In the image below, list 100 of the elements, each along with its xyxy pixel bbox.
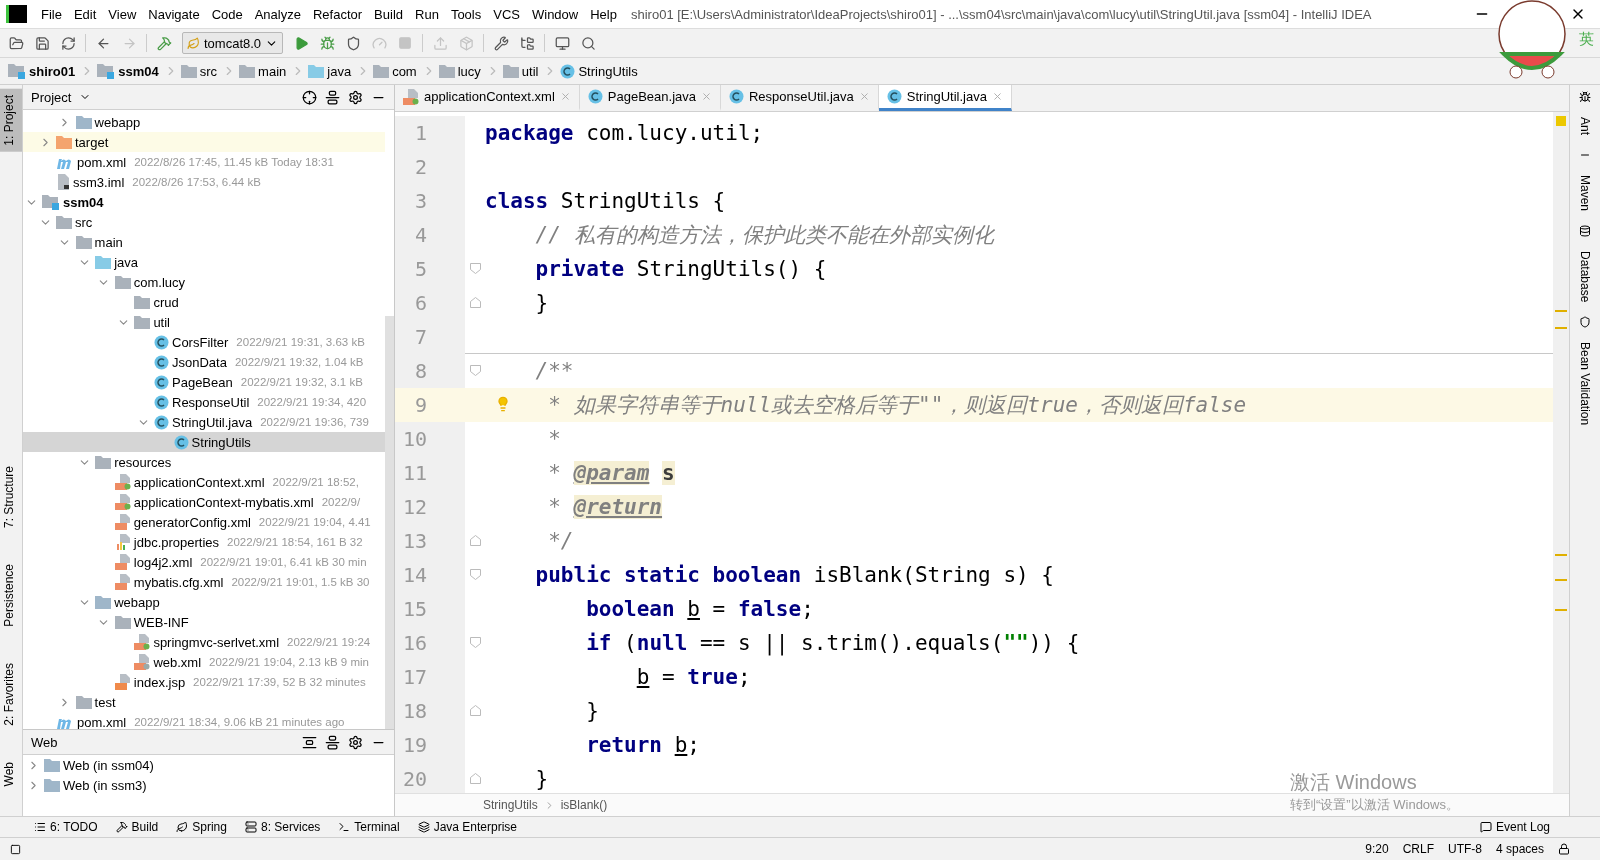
tree-item[interactable]: web.xml 2022/9/21 19:04, 2.13 kB 9 min (23, 652, 385, 672)
tree-item[interactable]: resources (23, 452, 385, 472)
tree-item[interactable]: ssm3.iml 2022/8/26 17:53, 6.44 kB (23, 172, 385, 192)
tree-item[interactable]: Web (in ssm04) (23, 755, 394, 775)
tool-window-button[interactable]: Java Enterprise (417, 820, 518, 834)
settings-icon[interactable] (348, 89, 363, 105)
status-item[interactable]: 4 spaces (1495, 842, 1544, 856)
fold-marker-icon[interactable] (469, 263, 481, 274)
collapse-icon[interactable] (325, 734, 340, 750)
locate-icon[interactable] (302, 89, 317, 105)
editor-tab[interactable]: applicationContext.xml (395, 85, 580, 111)
tree-item[interactable]: webapp (23, 592, 385, 612)
scrollbar-thumb[interactable] (385, 316, 394, 729)
menu-item[interactable]: File (35, 6, 68, 22)
tree-item[interactable]: StringUtil.java 2022/9/21 19:36, 739 (23, 412, 385, 432)
breadcrumb[interactable]: shiro01 (29, 63, 78, 79)
tree-item[interactable]: applicationContext.xml 2022/9/21 18:52, (23, 472, 385, 492)
fold-marker-icon[interactable] (469, 297, 481, 308)
breadcrumb[interactable]: isBlank() (560, 798, 608, 812)
tool-window-tab[interactable]: 7: Structure (0, 460, 22, 535)
settings-icon[interactable] (348, 734, 363, 750)
tree-item[interactable]: index.jsp 2022/9/21 17:39, 52 B 32 minutes (23, 672, 385, 692)
collapse-icon[interactable] (325, 89, 340, 105)
fold-marker-icon[interactable] (469, 569, 481, 580)
tree-item[interactable]: com.lucy (23, 272, 385, 292)
menu-item[interactable]: Build (368, 6, 409, 22)
tool-window-button[interactable]: Build (115, 820, 159, 834)
fold-marker-icon[interactable] (469, 637, 481, 648)
tool-window-tab[interactable]: Ant (1578, 117, 1592, 135)
menu-item[interactable]: View (102, 6, 143, 22)
fold-marker-icon[interactable] (469, 535, 481, 546)
tree-item[interactable]: PageBean 2022/9/21 19:32, 3.1 kB (23, 372, 385, 392)
expand-icon[interactable] (302, 734, 317, 750)
tool-window-button[interactable]: Spring (176, 820, 227, 834)
tree-item[interactable]: Web (in ssm3) (23, 775, 394, 795)
menu-item[interactable]: Analyze (248, 6, 307, 22)
tree-item[interactable]: WEB-INF (23, 612, 385, 632)
breadcrumb[interactable]: src (199, 63, 220, 79)
tree-item[interactable]: webapp (23, 112, 385, 132)
menu-item[interactable]: Edit (67, 6, 103, 22)
tool-window-tab[interactable]: 2: Favorites (0, 656, 22, 732)
menu-item[interactable]: Help (584, 6, 623, 22)
tree-item[interactable]: generatorConfig.xml 2022/9/21 19:04, 4.41 (23, 512, 385, 532)
editor-tab[interactable]: PageBean.java (579, 85, 721, 111)
tree-item[interactable]: test (23, 692, 385, 712)
menu-item[interactable]: Window (525, 6, 585, 22)
tool-window-button[interactable]: 6: TODO (34, 820, 98, 834)
menu-item[interactable]: VCS (487, 6, 526, 22)
event-log-button[interactable]: Event Log (1479, 820, 1550, 834)
breadcrumb[interactable]: StringUtils (578, 63, 640, 79)
tool-window-button[interactable]: Terminal (338, 820, 400, 834)
tree-item[interactable]: ssm04 (23, 192, 385, 212)
panel-title[interactable]: Project (31, 89, 72, 105)
breadcrumb[interactable]: ssm04 (118, 63, 161, 79)
run-config-dropdown[interactable]: tomcat8.0 (182, 32, 284, 54)
tree-item[interactable]: ResponseUtil 2022/9/21 19:34, 420 (23, 392, 385, 412)
breadcrumb[interactable]: util (521, 63, 541, 79)
tree-item[interactable]: JsonData 2022/9/21 19:32, 1.04 kB (23, 352, 385, 372)
tree-item[interactable]: mybatis.cfg.xml 2022/9/21 19:01, 1.5 kB 30 (23, 572, 385, 592)
tree-item[interactable]: util (23, 312, 385, 332)
menu-item[interactable]: Run (409, 6, 445, 22)
tree-item[interactable]: target (23, 132, 385, 152)
tree-item[interactable]: StringUtils (23, 432, 385, 452)
status-item[interactable]: 9:20 (1365, 842, 1389, 856)
breadcrumb[interactable]: main (258, 63, 289, 79)
status-item[interactable]: CRLF (1402, 842, 1434, 856)
tool-window-tab[interactable]: Bean Validation (1578, 342, 1592, 426)
tree-item[interactable]: springmvc-serlvet.xml 2022/9/21 19:24 (23, 632, 385, 652)
tool-window-tab[interactable]: Web (0, 755, 22, 792)
editor-tab[interactable]: ResponseUtil.java (721, 85, 879, 111)
lock-icon[interactable] (1558, 843, 1570, 855)
tree-item[interactable]: pom.xml 2022/9/21 18:34, 9.06 kB 21 minutes ago (23, 712, 385, 729)
tree-item[interactable]: CorsFilter 2022/9/21 19:31, 3.63 kB (23, 332, 385, 352)
tool-window-tab[interactable]: Persistence (0, 558, 22, 633)
status-item[interactable]: UTF-8 (1447, 842, 1482, 856)
tree-item[interactable]: src (23, 212, 385, 232)
tree-item[interactable]: pom.xml 2022/8/26 17:45, 11.45 kB Today 18:31 (23, 152, 385, 172)
menu-item[interactable]: Tools (444, 6, 488, 22)
tree-item[interactable]: crud (23, 292, 385, 312)
tree-item[interactable]: applicationContext-mybatis.xml 2022/9/ (23, 492, 385, 512)
tree-item[interactable]: java (23, 252, 385, 272)
panel-toggle-icon[interactable] (10, 843, 21, 855)
menu-item[interactable]: Refactor (306, 6, 369, 22)
breadcrumb[interactable]: StringUtils (483, 798, 538, 812)
bulb-icon[interactable] (495, 396, 511, 412)
tree-item[interactable]: main (23, 232, 385, 252)
tool-window-tab[interactable]: Database (1578, 251, 1592, 303)
tool-window-tab[interactable]: 1: Project (0, 89, 22, 152)
editor-tab[interactable]: StringUtil.java (878, 85, 1012, 111)
tool-window-button[interactable]: 8: Services (244, 820, 321, 834)
tree-item[interactable]: jdbc.properties 2022/9/21 18:54, 161 B 32 (23, 532, 385, 552)
breadcrumb[interactable]: java (327, 63, 354, 79)
fold-marker-icon[interactable] (469, 365, 481, 376)
fold-marker-icon[interactable] (469, 705, 481, 716)
tool-window-tab[interactable]: Maven (1578, 175, 1592, 212)
tree-item[interactable]: log4j2.xml 2022/9/21 19:01, 6.41 kB 30 min (23, 552, 385, 572)
scrollbar[interactable] (1553, 112, 1569, 793)
fold-marker-icon[interactable] (469, 773, 481, 784)
menu-item[interactable]: Code (205, 6, 249, 22)
breadcrumb[interactable]: com (392, 63, 419, 79)
